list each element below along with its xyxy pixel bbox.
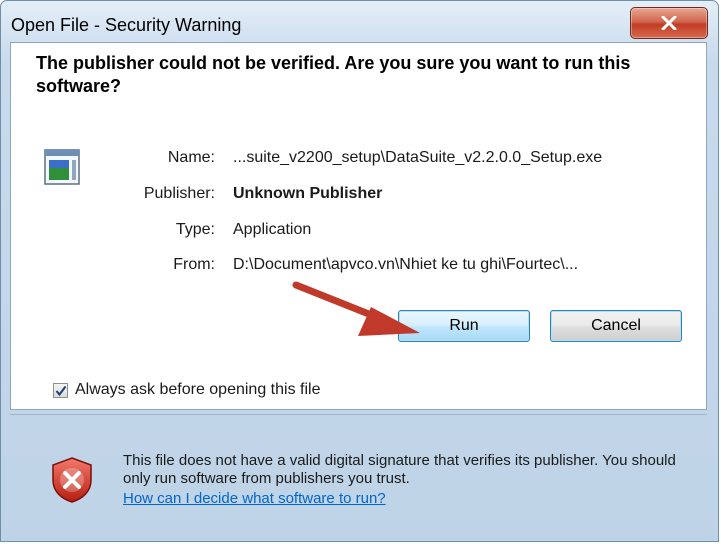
warning-headline: The publisher could not be verified. Are… [36, 53, 631, 96]
close-icon [661, 16, 677, 30]
security-shield-icon [52, 457, 92, 503]
application-file-icon [44, 149, 80, 185]
checkmark-icon [55, 385, 67, 397]
divider [10, 414, 707, 415]
file-name-value: ...suite_v2200_setup\DataSuite_v2.2.0.0_… [233, 149, 603, 166]
type-label: Type: [175, 221, 215, 238]
name-label: Name: [167, 149, 215, 166]
type-value: Application [233, 221, 312, 238]
help-link[interactable]: How can I decide what software to run? [123, 490, 386, 508]
close-button[interactable] [630, 7, 708, 39]
publisher-value: Unknown Publisher [233, 185, 383, 202]
cancel-button[interactable]: Cancel [550, 310, 682, 342]
always-ask-label[interactable]: Always ask before opening this file [75, 381, 320, 399]
always-ask-checkbox[interactable] [53, 383, 68, 398]
publisher-label: Publisher: [143, 185, 215, 202]
from-label: From: [173, 256, 215, 273]
run-button[interactable]: Run [398, 310, 530, 342]
signature-warning-text: This file does not have a valid digital … [123, 452, 676, 487]
title-bar[interactable]: Open File - Security Warning [1, 1, 718, 41]
window-title: Open File - Security Warning [11, 15, 242, 35]
from-value: D:\Document\apvco.vn\Nhiet ke tu ghi\Fou… [233, 256, 579, 273]
